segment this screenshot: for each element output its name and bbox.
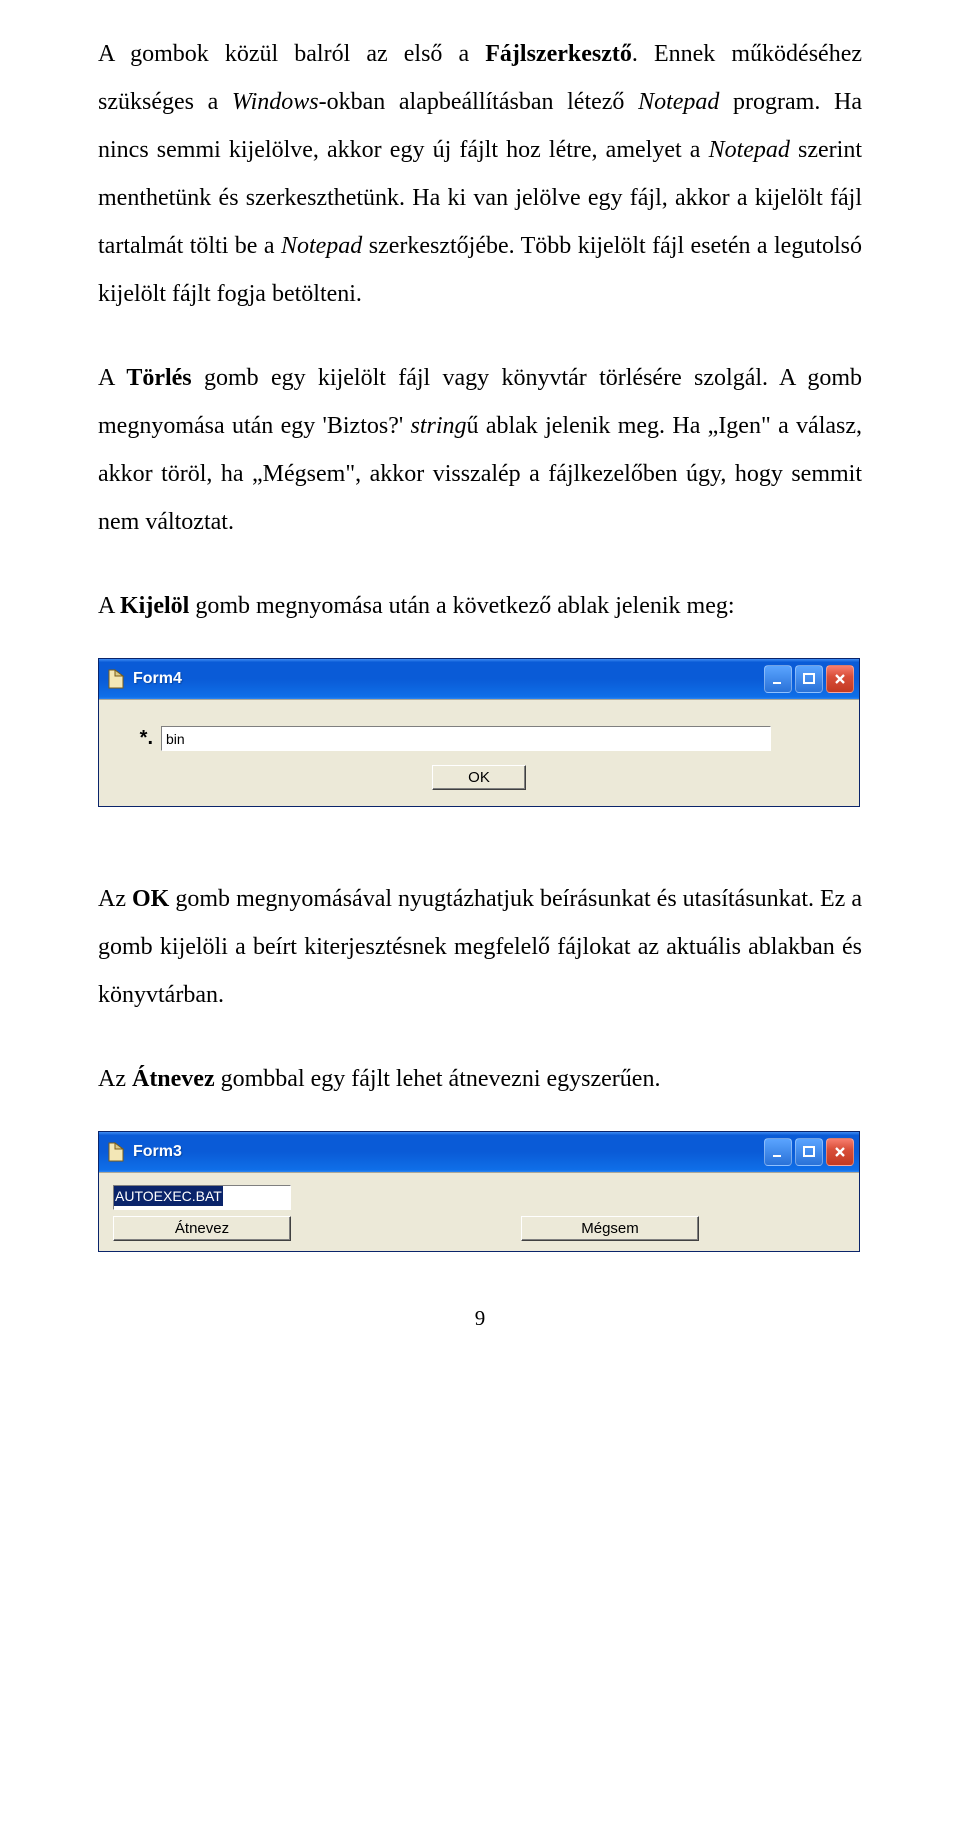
form3-window: Form3 AUTOEXEC.BAT Átnevez Mégsem (98, 1131, 860, 1252)
paragraph-5: Az Átnevez gombbal egy fájlt lehet átnev… (98, 1055, 862, 1103)
paragraph-4: Az OK gomb megnyomásával nyugtázhatjuk b… (98, 875, 862, 1019)
paragraph-2: A Törlés gomb egy kijelölt fájl vagy kön… (98, 354, 862, 546)
cancel-button[interactable]: Mégsem (521, 1216, 699, 1241)
form4-title: Form4 (133, 670, 764, 688)
maximize-button[interactable] (795, 665, 823, 693)
minimize-button[interactable] (764, 1138, 792, 1166)
close-button[interactable] (826, 665, 854, 693)
wildcard-label: *. (113, 727, 153, 750)
rename-button[interactable]: Átnevez (113, 1216, 291, 1241)
page-number: 9 (98, 1306, 862, 1331)
paragraph-1: A gombok közül balról az első a Fájlszer… (98, 30, 862, 318)
ok-button[interactable]: OK (432, 765, 526, 790)
app-icon (105, 668, 127, 690)
maximize-button[interactable] (795, 1138, 823, 1166)
close-button[interactable] (826, 1138, 854, 1166)
form3-titlebar[interactable]: Form3 (99, 1132, 859, 1172)
form4-window: Form4 *. OK (98, 658, 860, 807)
minimize-button[interactable] (764, 665, 792, 693)
extension-input[interactable] (161, 726, 771, 751)
app-icon (105, 1141, 127, 1163)
filename-input[interactable]: AUTOEXEC.BAT (113, 1185, 291, 1210)
form3-title: Form3 (133, 1143, 764, 1161)
form4-titlebar[interactable]: Form4 (99, 659, 859, 699)
paragraph-3: A Kijelöl gomb megnyomása után a követke… (98, 582, 862, 630)
